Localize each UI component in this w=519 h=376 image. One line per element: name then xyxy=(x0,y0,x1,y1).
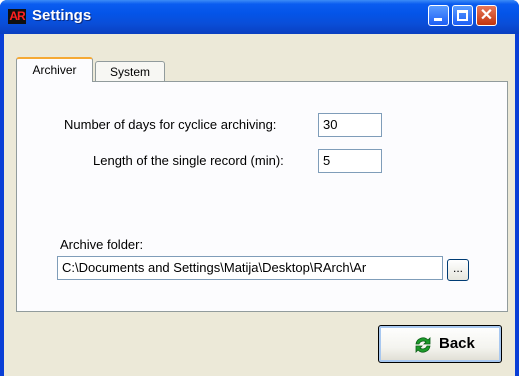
browse-button[interactable]: ... xyxy=(447,259,469,281)
days-label: Number of days for cyclice archiving: xyxy=(64,117,277,132)
archiver-tab-panel: Number of days for cyclice archiving: 30… xyxy=(16,81,508,312)
days-input[interactable]: 30 xyxy=(318,113,382,137)
close-button[interactable]: ✕ xyxy=(476,5,497,26)
back-button[interactable]: Back xyxy=(378,325,502,363)
back-button-label: Back xyxy=(439,335,475,352)
window-client-area: Archiver System Number of days for cycli… xyxy=(4,34,515,376)
minimize-button[interactable] xyxy=(428,5,449,26)
settings-window: AR Settings ✕ Archiver System Number of … xyxy=(0,0,519,376)
window-title: Settings xyxy=(32,7,92,24)
tab-archiver[interactable]: Archiver xyxy=(16,57,93,82)
maximize-button[interactable] xyxy=(452,5,473,26)
archive-folder-input[interactable]: C:\Documents and Settings\Matija\Desktop… xyxy=(57,256,443,280)
app-icon: AR xyxy=(8,9,26,24)
record-length-label: Length of the single record (min): xyxy=(93,153,284,168)
close-icon: ✕ xyxy=(479,7,494,24)
tab-system[interactable]: System xyxy=(95,61,165,83)
record-length-input[interactable]: 5 xyxy=(318,149,382,173)
tab-system-label: System xyxy=(109,65,150,79)
maximize-icon xyxy=(457,10,468,21)
refresh-icon xyxy=(415,337,431,353)
title-bar[interactable]: AR Settings ✕ xyxy=(0,0,519,34)
minimize-icon xyxy=(434,18,442,21)
archive-folder-label: Archive folder: xyxy=(60,237,144,252)
tab-archiver-label: Archiver xyxy=(32,63,77,77)
